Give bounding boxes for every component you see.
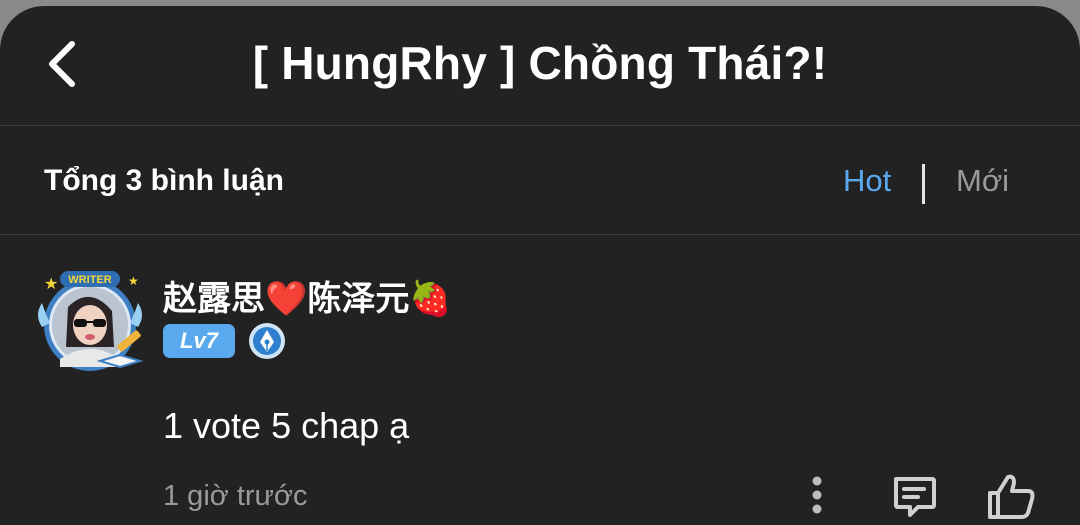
comments-sheet: [ HungRhy ] Chồng Thái?! Tổng 3 bình luậ…	[0, 6, 1080, 525]
comment-author[interactable]: 赵露思❤️陈泽元🍓	[163, 271, 452, 320]
reply-button[interactable]	[888, 471, 940, 523]
avatar-frame-label: WRITER	[68, 274, 111, 286]
sort-divider	[922, 164, 925, 204]
sort-new-tab[interactable]: Mới	[956, 163, 1009, 199]
comment-text: 1 vote 5 chap ạ	[163, 405, 410, 446]
comment-item: ★ ★ WRITER 赵露思❤️陈泽元🍓 Lv7 1 vote 5 chap ạ…	[0, 235, 1080, 525]
comments-toolbar: Tổng 3 bình luận Hot Mới	[0, 126, 1080, 235]
header: [ HungRhy ] Chồng Thái?!	[0, 6, 1080, 126]
svg-text:★: ★	[128, 274, 139, 288]
avatar[interactable]: ★ ★ WRITER	[30, 267, 154, 377]
more-vertical-icon	[812, 476, 822, 514]
sort-hot-tab[interactable]: Hot	[843, 163, 891, 199]
page-title: [ HungRhy ] Chồng Thái?!	[252, 37, 828, 89]
comment-timestamp: 1 giờ trước	[163, 480, 308, 512]
pen-nib-icon	[248, 322, 286, 360]
reply-comment-icon	[894, 477, 936, 517]
more-options-button[interactable]	[800, 471, 834, 519]
like-button[interactable]	[984, 469, 1038, 523]
comment-count: Tổng 3 bình luận	[44, 164, 284, 197]
svg-text:★: ★	[44, 274, 58, 293]
level-badge: Lv7	[163, 324, 235, 358]
thumbs-up-icon	[988, 474, 1035, 519]
